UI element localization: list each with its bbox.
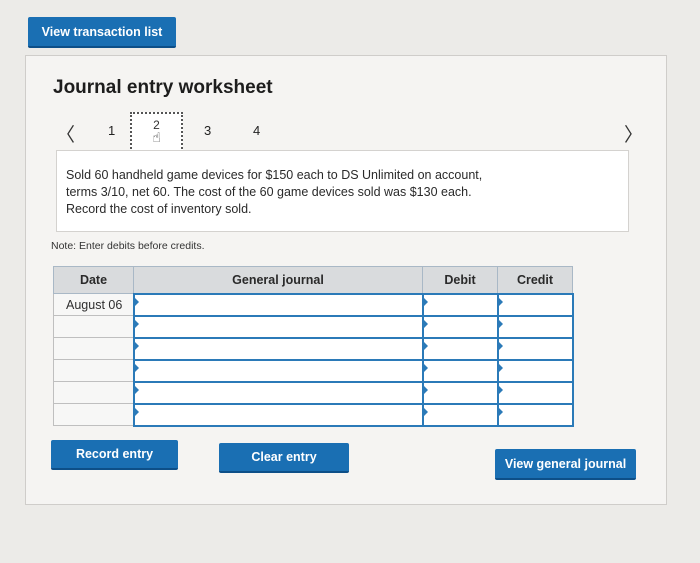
general-journal-input[interactable]	[132, 358, 424, 383]
page-3-link[interactable]: 3	[204, 123, 211, 138]
transaction-description: Sold 60 handheld game devices for $150 e…	[56, 150, 629, 232]
page-2-current[interactable]: 2 ☝	[130, 112, 183, 153]
table-row: August 06	[53, 292, 574, 317]
general-journal-input[interactable]	[132, 292, 424, 317]
date-cell: August 06	[53, 293, 134, 316]
description-line: Sold 60 handheld game devices for $150 e…	[66, 168, 483, 182]
header-credit: Credit	[497, 266, 573, 294]
debit-input[interactable]	[421, 314, 499, 339]
header-general-journal: General journal	[133, 266, 423, 294]
table-row	[53, 402, 574, 427]
table-row	[53, 380, 574, 405]
page-title: Journal entry worksheet	[53, 77, 273, 98]
general-journal-input[interactable]	[132, 336, 424, 361]
general-journal-input[interactable]	[132, 380, 424, 405]
chevron-left-icon[interactable]: 〈	[56, 120, 75, 147]
hand-pointer-icon: ☝	[152, 130, 161, 146]
journal-table: Date General journal Debit Credit August…	[53, 266, 574, 427]
date-cell	[53, 315, 134, 338]
credit-input[interactable]	[496, 402, 574, 427]
record-entry-button[interactable]: Record entry	[51, 440, 178, 470]
header-date: Date	[53, 266, 134, 294]
debit-input[interactable]	[421, 402, 499, 427]
date-cell	[53, 359, 134, 382]
debit-input[interactable]	[421, 380, 499, 405]
credit-input[interactable]	[496, 336, 574, 361]
header-debit: Debit	[422, 266, 498, 294]
description-line: Record the cost of inventory sold.	[66, 202, 252, 216]
general-journal-input[interactable]	[132, 314, 424, 339]
note-text: Note: Enter debits before credits.	[51, 240, 205, 252]
debit-input[interactable]	[421, 292, 499, 317]
table-row	[53, 358, 574, 383]
journal-entry-worksheet-panel: Journal entry worksheet 〈 1 2 ☝ 3 4 〉 So…	[25, 55, 667, 505]
credit-input[interactable]	[496, 314, 574, 339]
clear-entry-button[interactable]: Clear entry	[219, 443, 349, 473]
date-cell	[53, 381, 134, 404]
general-journal-input[interactable]	[132, 402, 424, 427]
debit-input[interactable]	[421, 336, 499, 361]
date-cell	[53, 337, 134, 360]
table-row	[53, 314, 574, 339]
credit-input[interactable]	[496, 380, 574, 405]
view-transaction-list-button[interactable]: View transaction list	[28, 17, 176, 48]
date-cell	[53, 403, 134, 426]
table-row	[53, 336, 574, 361]
page-1-link[interactable]: 1	[108, 123, 115, 138]
debit-input[interactable]	[421, 358, 499, 383]
chevron-right-icon[interactable]: 〉	[624, 120, 643, 147]
credit-input[interactable]	[496, 292, 574, 317]
view-general-journal-button[interactable]: View general journal	[495, 449, 636, 480]
table-header-row: Date General journal Debit Credit	[53, 266, 573, 294]
credit-input[interactable]	[496, 358, 574, 383]
description-line: terms 3/10, net 60. The cost of the 60 g…	[66, 185, 472, 199]
page-4-link[interactable]: 4	[253, 123, 260, 138]
